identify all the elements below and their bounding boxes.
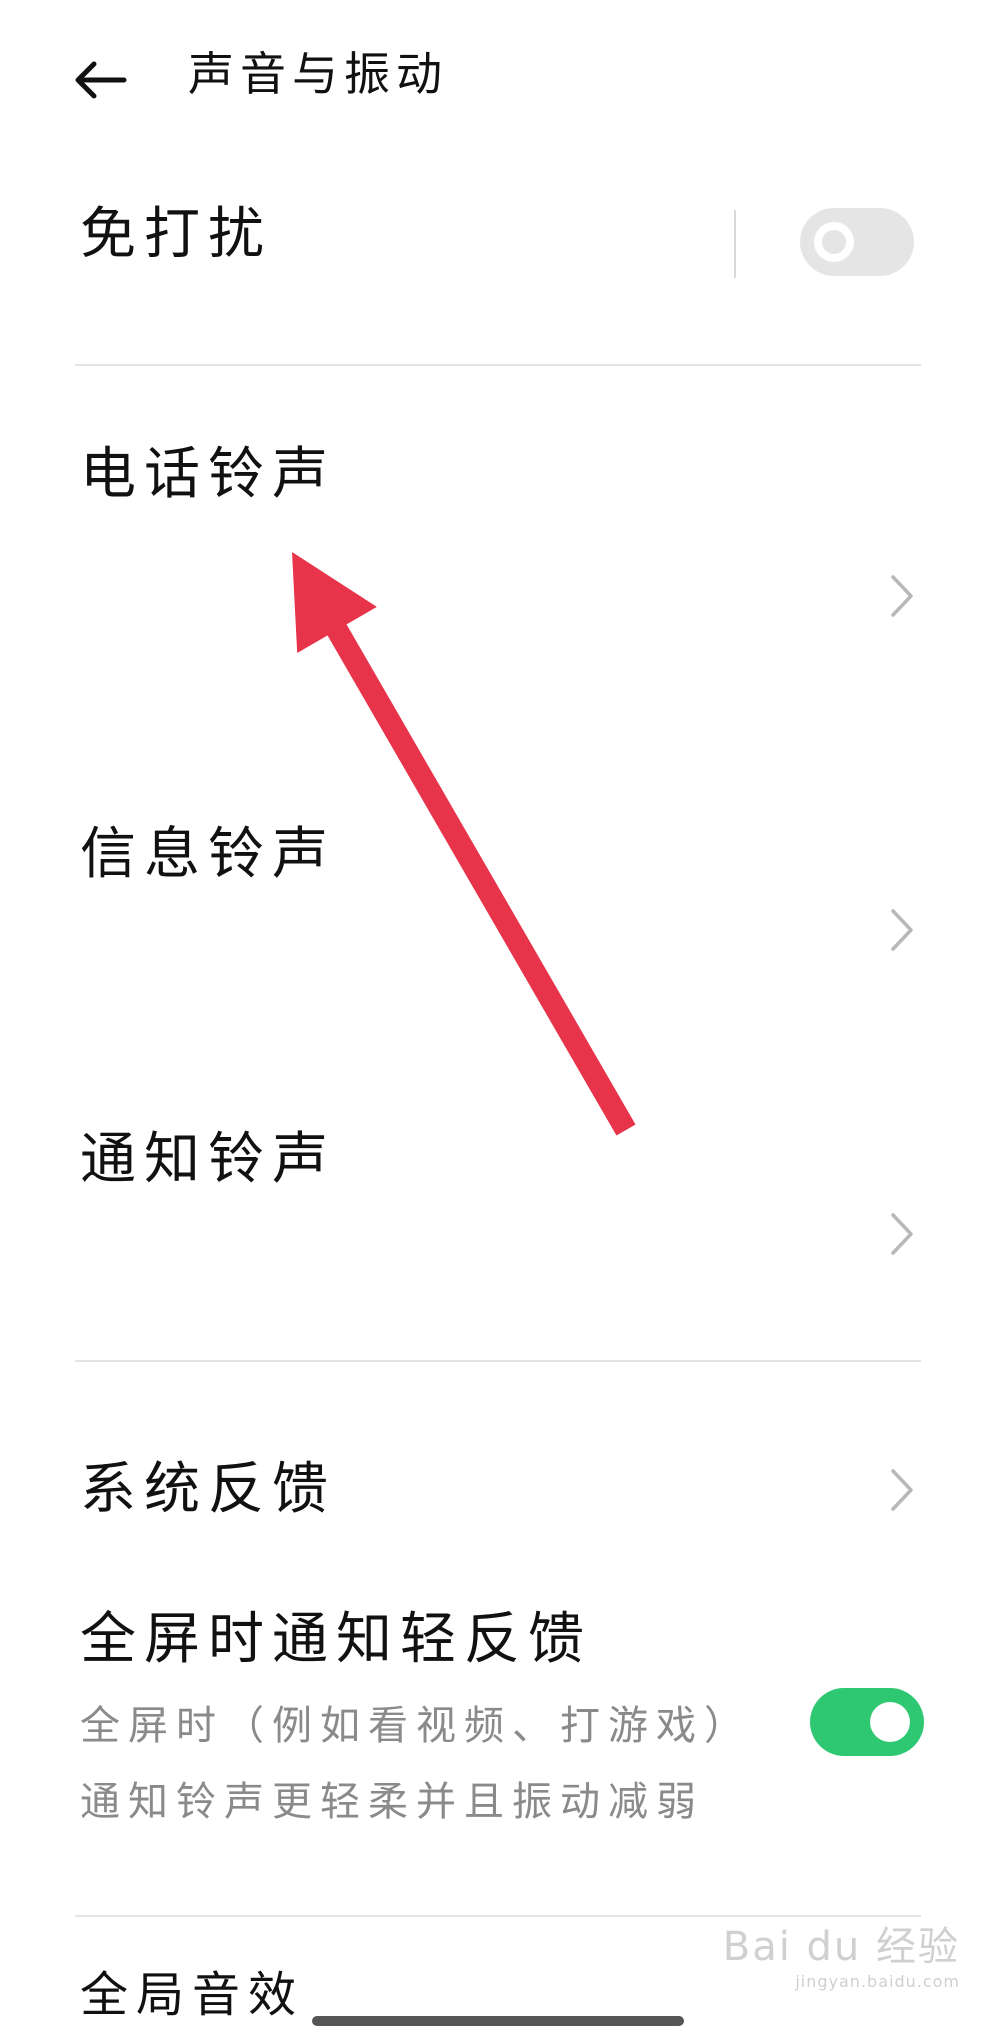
- do-not-disturb-toggle[interactable]: [800, 208, 914, 276]
- fullscreen-feedback-label: 全屏时通知轻反馈: [80, 1607, 592, 1672]
- message-ringtone-row[interactable]: 信息铃声: [0, 780, 996, 1000]
- arrow-left-icon: [75, 61, 127, 99]
- call-ringtone-label: 电话铃声: [80, 442, 336, 507]
- system-feedback-row[interactable]: 系统反馈: [0, 1420, 996, 1560]
- watermark-logo: Bai du 经验 jingyan.baidu.com: [723, 1914, 960, 1991]
- system-feedback-label: 系统反馈: [80, 1457, 336, 1522]
- home-indicator[interactable]: [312, 2016, 684, 2026]
- fullscreen-feedback-description-line1: 全屏时（例如看视频、打游戏）: [80, 1703, 752, 1749]
- call-ringtone-row[interactable]: 电话铃声: [0, 380, 996, 700]
- toggle-knob: [814, 222, 854, 262]
- separator: [734, 210, 736, 278]
- chevron-right-icon: [882, 566, 922, 626]
- notification-ringtone-row[interactable]: 通知铃声: [0, 1080, 996, 1300]
- page-title: 声音与振动: [188, 47, 448, 101]
- watermark-text: Bai du 经验: [722, 1924, 960, 1970]
- chevron-right-icon: [882, 1460, 922, 1520]
- toggle-knob: [870, 1702, 910, 1742]
- divider: [75, 364, 921, 366]
- chevron-right-icon: [882, 1204, 922, 1264]
- back-button[interactable]: [60, 40, 140, 120]
- fullscreen-feedback-toggle[interactable]: [810, 1688, 924, 1756]
- global-sound-effect-label[interactable]: 全局音效: [80, 1960, 304, 2030]
- watermark-subtext: jingyan.baidu.com: [795, 1972, 960, 1991]
- do-not-disturb-label: 免打扰: [80, 202, 272, 267]
- chevron-right-icon: [882, 900, 922, 960]
- message-ringtone-label: 信息铃声: [80, 822, 336, 887]
- fullscreen-feedback-description-line2: 通知铃声更轻柔并且振动减弱: [80, 1779, 704, 1825]
- notification-ringtone-label: 通知铃声: [80, 1127, 336, 1192]
- divider: [75, 1360, 921, 1362]
